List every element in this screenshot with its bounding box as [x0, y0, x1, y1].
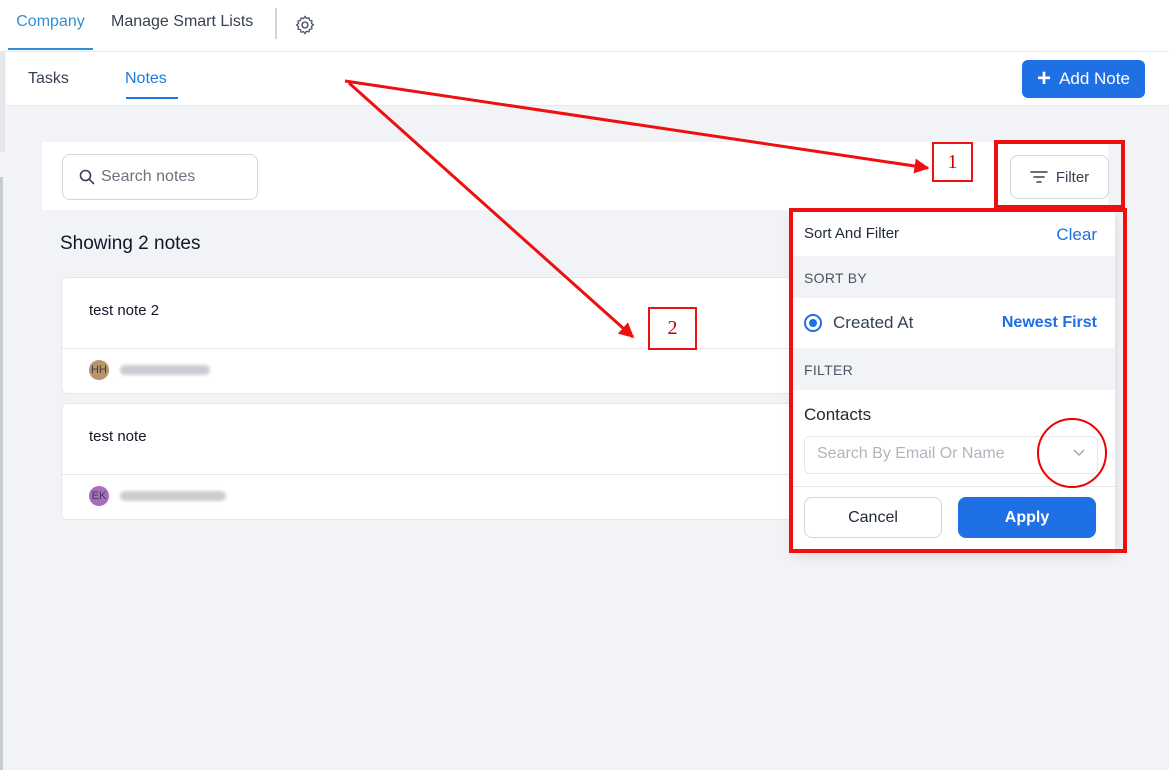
add-note-label: Add Note	[1059, 69, 1130, 88]
plus-icon: +	[1037, 65, 1052, 92]
search-icon	[79, 169, 95, 185]
annotation-marker-1: 1	[932, 142, 973, 182]
top-nav: Company Manage Smart Lists	[0, 0, 1169, 52]
avatar: HH	[89, 360, 109, 380]
author-name-redacted	[120, 491, 226, 501]
left-scroll-edge	[0, 177, 3, 770]
tab-notes[interactable]: Notes	[125, 70, 167, 88]
annotation-box-dropdown	[789, 208, 1127, 553]
note-title: test note	[89, 428, 147, 445]
annotation-box-filter	[994, 140, 1125, 209]
gear-icon[interactable]	[294, 14, 316, 36]
tab-tasks[interactable]: Tasks	[28, 70, 69, 88]
left-edge	[0, 52, 5, 152]
add-note-button[interactable]: + Add Note	[1022, 60, 1145, 98]
tab-company[interactable]: Company	[8, 0, 93, 50]
divider	[275, 8, 277, 39]
annotation-marker-2: 2	[648, 307, 697, 350]
notes-count: Showing 2 notes	[60, 233, 201, 254]
search-box[interactable]	[62, 154, 258, 200]
avatar: EK	[89, 486, 109, 506]
tab-manage-smart-lists[interactable]: Manage Smart Lists	[111, 0, 253, 48]
sub-nav: Tasks Notes + Add Note	[6, 52, 1169, 106]
search-input[interactable]	[101, 166, 251, 188]
note-title: test note 2	[89, 302, 160, 319]
author-name-redacted	[120, 365, 210, 375]
active-tab-indicator	[126, 97, 178, 99]
